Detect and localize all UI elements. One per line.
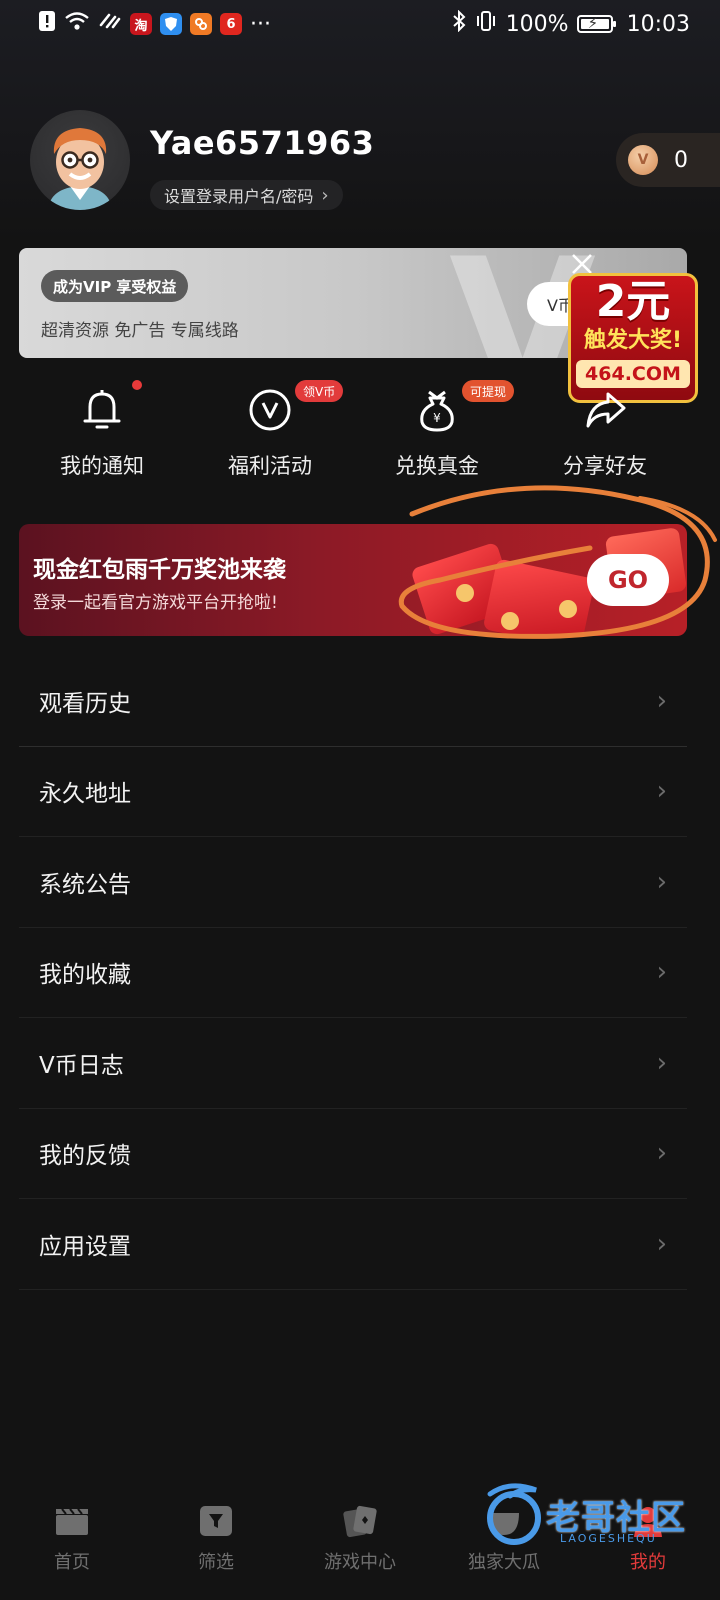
- clapperboard-icon: [53, 1504, 91, 1538]
- avatar-illustration: [48, 128, 112, 210]
- menu-item-watch-history[interactable]: 观看历史 ›: [19, 656, 687, 747]
- site-watermark: 老哥社区 LAOGESHEQU: [480, 1476, 720, 1556]
- filter-icon: [197, 1504, 235, 1538]
- username: Yae6571963: [150, 124, 375, 162]
- menu-item-app-settings[interactable]: 应用设置 ›: [19, 1199, 687, 1290]
- shield-icon: [160, 13, 182, 35]
- quick-action-notifications[interactable]: 我的通知: [17, 380, 187, 480]
- chevron-right-icon: ›: [656, 957, 667, 988]
- v-coin-icon: [240, 380, 300, 440]
- promo-title: 现金红包雨千万奖池来袭: [33, 557, 286, 583]
- battery-percent: 100%: [505, 11, 569, 37]
- coin-graphic: [559, 600, 577, 618]
- more-notifications: ···: [250, 11, 271, 37]
- coin-graphic: [456, 584, 474, 602]
- dragon-logo-icon: [487, 1483, 541, 1545]
- quick-action-label: 分享好友: [563, 454, 647, 478]
- go-button[interactable]: GO: [587, 554, 669, 606]
- quick-action-exchange[interactable]: ¥ 可提现 兑换真金: [352, 380, 522, 480]
- coin-count: 0: [674, 147, 688, 173]
- notification-dot: [132, 380, 142, 390]
- share-icon: [575, 380, 635, 440]
- quick-action-share[interactable]: 分享好友: [520, 380, 690, 480]
- watermark-subtext: LAOGESHEQU: [560, 1532, 657, 1545]
- quick-action-label: 兑换真金: [395, 454, 479, 478]
- bell-icon: [72, 380, 142, 440]
- quick-actions: 我的通知 领V币 福利活动 ¥ 可提现 兑换真金 分享好友: [0, 380, 720, 490]
- menu-item-label: V币日志: [39, 1052, 124, 1079]
- promo-subtitle: 登录一起看官方游戏平台开抢啦!: [33, 593, 278, 613]
- menu-item-label: 我的收藏: [39, 962, 131, 989]
- chevron-right-icon: ›: [656, 1228, 667, 1259]
- chevron-right-icon: ›: [656, 1138, 667, 1169]
- wifi-icon: [64, 11, 90, 37]
- app-orange-icon: [190, 13, 212, 35]
- menu-item-label: 永久地址: [39, 781, 131, 808]
- red-envelope-graphic: [482, 558, 596, 636]
- menu-item-feedback[interactable]: 我的反馈 ›: [19, 1109, 687, 1199]
- battery-icon: ⚡: [576, 14, 616, 33]
- clock: 10:03: [626, 11, 690, 37]
- menu-item-label: 我的反馈: [39, 1143, 131, 1170]
- quick-action-label: 我的通知: [60, 454, 144, 478]
- status-right: 100% ⚡ 10:03: [452, 9, 690, 38]
- set-login-label: 设置登录用户名/密码: [164, 187, 314, 206]
- chevron-right-icon: ›: [321, 184, 329, 206]
- chevron-right-icon: ›: [656, 866, 667, 897]
- settings-menu: 观看历史 › 永久地址 › 系统公告 › 我的收藏 › V币日志 › 我的反馈 …: [19, 656, 687, 1290]
- chevron-right-icon: ›: [656, 685, 667, 716]
- quick-action-label: 福利活动: [228, 454, 312, 478]
- tab-label: 游戏中心: [324, 1552, 396, 1573]
- menu-item-favorites[interactable]: 我的收藏 ›: [19, 928, 687, 1018]
- menu-item-label: 应用设置: [39, 1233, 131, 1260]
- alert-icon: [38, 10, 56, 38]
- tab-game-center[interactable]: 游戏中心: [288, 1504, 432, 1574]
- ad-line-2: 触发大奖!: [583, 328, 683, 353]
- status-left: 淘 6 ···: [38, 10, 271, 38]
- promo-banner[interactable]: 现金红包雨千万奖池来袭 登录一起看官方游戏平台开抢啦! GO: [19, 524, 687, 636]
- cards-icon: [341, 1504, 379, 1538]
- svg-text:¥: ¥: [433, 411, 441, 425]
- menu-item-label: 系统公告: [39, 871, 131, 898]
- chevron-right-icon: ›: [656, 1047, 667, 1078]
- tab-filter[interactable]: 筛选: [144, 1504, 288, 1574]
- taobao-icon: 淘: [130, 13, 152, 35]
- tab-label: 筛选: [198, 1552, 234, 1573]
- vibrate-icon: [474, 10, 498, 38]
- menu-item-v-coin-log[interactable]: V币日志 ›: [19, 1018, 687, 1109]
- welfare-badge: 领V币: [295, 380, 344, 402]
- menu-item-label: 观看历史: [39, 690, 131, 717]
- coin-graphic: [501, 612, 519, 630]
- ad-line-1: 2元: [595, 276, 671, 327]
- exchange-badge: 可提现: [462, 380, 515, 402]
- avatar[interactable]: [30, 110, 130, 210]
- vip-tag: 成为VIP 享受权益: [41, 270, 189, 302]
- bluetooth-icon: [452, 9, 466, 38]
- tab-home[interactable]: 首页: [0, 1504, 144, 1574]
- vip-perks: 超清资源 免广告 专属线路: [41, 321, 239, 341]
- chevron-right-icon: ›: [656, 776, 667, 807]
- menu-item-permanent-address[interactable]: 永久地址 ›: [19, 747, 687, 837]
- link-icon: [98, 11, 122, 37]
- netease-icon: 6: [220, 13, 242, 35]
- menu-item-announcements[interactable]: 系统公告 ›: [19, 837, 687, 928]
- status-bar: 淘 6 ··· 100% ⚡ 10:03: [0, 0, 720, 48]
- coin-balance[interactable]: V 0: [616, 133, 720, 187]
- v-coin-icon: V: [628, 145, 658, 175]
- set-login-link[interactable]: 设置登录用户名/密码 ›: [150, 180, 343, 210]
- quick-action-welfare[interactable]: 领V币 福利活动: [185, 380, 355, 480]
- money-bag-icon: ¥: [407, 380, 467, 440]
- tab-label: 首页: [54, 1552, 90, 1573]
